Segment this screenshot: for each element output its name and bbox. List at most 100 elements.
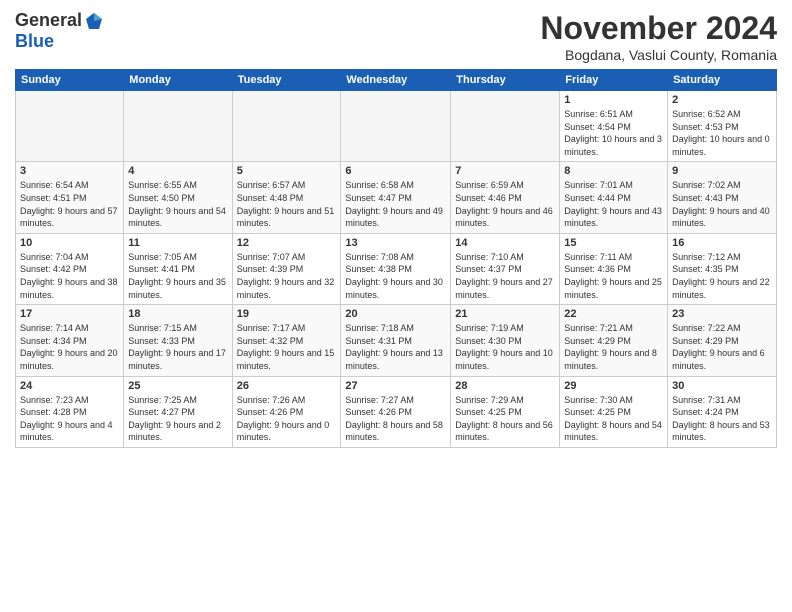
- day-number-21: 21: [455, 308, 555, 320]
- calendar-cell-w1-d2: 5 Sunrise: 6:57 AM Sunset: 4:48 PM Daylig…: [232, 162, 341, 233]
- calendar-cell-w2-d4: 14 Sunrise: 7:10 AM Sunset: 4:37 PM Dayli…: [451, 233, 560, 304]
- calendar-cell-w1-d4: 7 Sunrise: 6:59 AM Sunset: 4:46 PM Daylig…: [451, 162, 560, 233]
- calendar-cell-w0-d5: 1 Sunrise: 6:51 AM Sunset: 4:54 PM Daylig…: [560, 91, 668, 162]
- day-info-9: Sunrise: 7:02 AM Sunset: 4:43 PM Dayligh…: [672, 179, 772, 229]
- day-info-13: Sunrise: 7:08 AM Sunset: 4:38 PM Dayligh…: [345, 251, 446, 301]
- calendar-cell-w4-d0: 24 Sunrise: 7:23 AM Sunset: 4:28 PM Dayli…: [16, 376, 124, 447]
- day-info-5: Sunrise: 6:57 AM Sunset: 4:48 PM Dayligh…: [237, 179, 337, 229]
- day-info-18: Sunrise: 7:15 AM Sunset: 4:33 PM Dayligh…: [128, 322, 227, 372]
- day-info-19: Sunrise: 7:17 AM Sunset: 4:32 PM Dayligh…: [237, 322, 337, 372]
- day-info-17: Sunrise: 7:14 AM Sunset: 4:34 PM Dayligh…: [20, 322, 119, 372]
- day-number-6: 6: [345, 165, 446, 177]
- day-number-8: 8: [564, 165, 663, 177]
- day-number-1: 1: [564, 94, 663, 106]
- day-number-13: 13: [345, 237, 446, 249]
- day-number-7: 7: [455, 165, 555, 177]
- day-info-22: Sunrise: 7:21 AM Sunset: 4:29 PM Dayligh…: [564, 322, 663, 372]
- calendar-cell-w3-d1: 18 Sunrise: 7:15 AM Sunset: 4:33 PM Dayli…: [124, 305, 232, 376]
- logo-blue-text: Blue: [15, 31, 54, 52]
- day-number-22: 22: [564, 308, 663, 320]
- logo: General Blue: [15, 10, 104, 52]
- month-title: November 2024: [540, 10, 777, 47]
- title-section: November 2024 Bogdana, Vaslui County, Ro…: [540, 10, 777, 63]
- day-info-7: Sunrise: 6:59 AM Sunset: 4:46 PM Dayligh…: [455, 179, 555, 229]
- header-thursday: Thursday: [451, 70, 560, 91]
- day-number-27: 27: [345, 380, 446, 392]
- calendar-cell-w3-d0: 17 Sunrise: 7:14 AM Sunset: 4:34 PM Dayli…: [16, 305, 124, 376]
- day-info-24: Sunrise: 7:23 AM Sunset: 4:28 PM Dayligh…: [20, 394, 119, 444]
- day-number-30: 30: [672, 380, 772, 392]
- day-info-23: Sunrise: 7:22 AM Sunset: 4:29 PM Dayligh…: [672, 322, 772, 372]
- page: General Blue November 2024 Bogdana, Vasl…: [0, 0, 792, 612]
- day-number-20: 20: [345, 308, 446, 320]
- header-friday: Friday: [560, 70, 668, 91]
- calendar-cell-w2-d6: 16Sunrise: 7:12 AM Sunset: 4:35 PM Dayli…: [668, 233, 777, 304]
- day-info-30: Sunrise: 7:31 AM Sunset: 4:24 PM Dayligh…: [672, 394, 772, 444]
- calendar-cell-w4-d1: 25 Sunrise: 7:25 AM Sunset: 4:27 PM Dayli…: [124, 376, 232, 447]
- day-info-4: Sunrise: 6:55 AM Sunset: 4:50 PM Dayligh…: [128, 179, 227, 229]
- day-number-25: 25: [128, 380, 227, 392]
- day-info-21: Sunrise: 7:19 AM Sunset: 4:30 PM Dayligh…: [455, 322, 555, 372]
- header-wednesday: Wednesday: [341, 70, 451, 91]
- calendar-cell-w4-d5: 29 Sunrise: 7:30 AM Sunset: 4:25 PM Dayli…: [560, 376, 668, 447]
- weekday-header-row: Sunday Monday Tuesday Wednesday Thursday…: [16, 70, 777, 91]
- calendar-cell-w0-d4: [451, 91, 560, 162]
- calendar-cell-w1-d1: 4 Sunrise: 6:55 AM Sunset: 4:50 PM Daylig…: [124, 162, 232, 233]
- day-info-8: Sunrise: 7:01 AM Sunset: 4:44 PM Dayligh…: [564, 179, 663, 229]
- calendar-cell-w0-d2: [232, 91, 341, 162]
- day-number-5: 5: [237, 165, 337, 177]
- calendar-cell-w0-d0: [16, 91, 124, 162]
- day-number-16: 16: [672, 237, 772, 249]
- day-info-10: Sunrise: 7:04 AM Sunset: 4:42 PM Dayligh…: [20, 251, 119, 301]
- day-info-27: Sunrise: 7:27 AM Sunset: 4:26 PM Dayligh…: [345, 394, 446, 444]
- day-number-24: 24: [20, 380, 119, 392]
- week-row-1: 3Sunrise: 6:54 AM Sunset: 4:51 PM Daylig…: [16, 162, 777, 233]
- calendar-cell-w3-d4: 21 Sunrise: 7:19 AM Sunset: 4:30 PM Dayli…: [451, 305, 560, 376]
- week-row-0: 1 Sunrise: 6:51 AM Sunset: 4:54 PM Daylig…: [16, 91, 777, 162]
- calendar-cell-w1-d0: 3Sunrise: 6:54 AM Sunset: 4:51 PM Daylig…: [16, 162, 124, 233]
- calendar-cell-w2-d0: 10 Sunrise: 7:04 AM Sunset: 4:42 PM Dayli…: [16, 233, 124, 304]
- day-number-14: 14: [455, 237, 555, 249]
- calendar-cell-w1-d5: 8 Sunrise: 7:01 AM Sunset: 4:44 PM Daylig…: [560, 162, 668, 233]
- calendar-cell-w3-d2: 19 Sunrise: 7:17 AM Sunset: 4:32 PM Dayli…: [232, 305, 341, 376]
- week-row-4: 24 Sunrise: 7:23 AM Sunset: 4:28 PM Dayli…: [16, 376, 777, 447]
- header: General Blue November 2024 Bogdana, Vasl…: [15, 10, 777, 63]
- calendar-cell-w4-d4: 28Sunrise: 7:29 AM Sunset: 4:25 PM Dayli…: [451, 376, 560, 447]
- calendar-cell-w3-d6: 23Sunrise: 7:22 AM Sunset: 4:29 PM Dayli…: [668, 305, 777, 376]
- day-info-6: Sunrise: 6:58 AM Sunset: 4:47 PM Dayligh…: [345, 179, 446, 229]
- day-info-14: Sunrise: 7:10 AM Sunset: 4:37 PM Dayligh…: [455, 251, 555, 301]
- day-number-19: 19: [237, 308, 337, 320]
- day-number-2: 2: [672, 94, 772, 106]
- day-info-15: Sunrise: 7:11 AM Sunset: 4:36 PM Dayligh…: [564, 251, 663, 301]
- day-info-29: Sunrise: 7:30 AM Sunset: 4:25 PM Dayligh…: [564, 394, 663, 444]
- day-info-1: Sunrise: 6:51 AM Sunset: 4:54 PM Dayligh…: [564, 108, 663, 158]
- day-number-17: 17: [20, 308, 119, 320]
- calendar-cell-w2-d2: 12 Sunrise: 7:07 AM Sunset: 4:39 PM Dayli…: [232, 233, 341, 304]
- calendar-cell-w4-d2: 26Sunrise: 7:26 AM Sunset: 4:26 PM Dayli…: [232, 376, 341, 447]
- header-sunday: Sunday: [16, 70, 124, 91]
- calendar-cell-w1-d6: 9Sunrise: 7:02 AM Sunset: 4:43 PM Daylig…: [668, 162, 777, 233]
- day-number-18: 18: [128, 308, 227, 320]
- day-info-28: Sunrise: 7:29 AM Sunset: 4:25 PM Dayligh…: [455, 394, 555, 444]
- header-monday: Monday: [124, 70, 232, 91]
- calendar-cell-w1-d3: 6 Sunrise: 6:58 AM Sunset: 4:47 PM Daylig…: [341, 162, 451, 233]
- day-number-12: 12: [237, 237, 337, 249]
- day-number-4: 4: [128, 165, 227, 177]
- header-saturday: Saturday: [668, 70, 777, 91]
- calendar-cell-w0-d3: [341, 91, 451, 162]
- day-info-12: Sunrise: 7:07 AM Sunset: 4:39 PM Dayligh…: [237, 251, 337, 301]
- location: Bogdana, Vaslui County, Romania: [540, 47, 777, 63]
- calendar-cell-w2-d3: 13 Sunrise: 7:08 AM Sunset: 4:38 PM Dayli…: [341, 233, 451, 304]
- day-info-20: Sunrise: 7:18 AM Sunset: 4:31 PM Dayligh…: [345, 322, 446, 372]
- day-info-26: Sunrise: 7:26 AM Sunset: 4:26 PM Dayligh…: [237, 394, 337, 444]
- day-number-29: 29: [564, 380, 663, 392]
- calendar-cell-w0-d6: 2 Sunrise: 6:52 AM Sunset: 4:53 PM Daylig…: [668, 91, 777, 162]
- week-row-2: 10 Sunrise: 7:04 AM Sunset: 4:42 PM Dayli…: [16, 233, 777, 304]
- day-number-10: 10: [20, 237, 119, 249]
- day-number-15: 15: [564, 237, 663, 249]
- day-info-25: Sunrise: 7:25 AM Sunset: 4:27 PM Dayligh…: [128, 394, 227, 444]
- day-info-2: Sunrise: 6:52 AM Sunset: 4:53 PM Dayligh…: [672, 108, 772, 158]
- calendar: Sunday Monday Tuesday Wednesday Thursday…: [15, 69, 777, 448]
- day-number-3: 3: [20, 165, 119, 177]
- header-tuesday: Tuesday: [232, 70, 341, 91]
